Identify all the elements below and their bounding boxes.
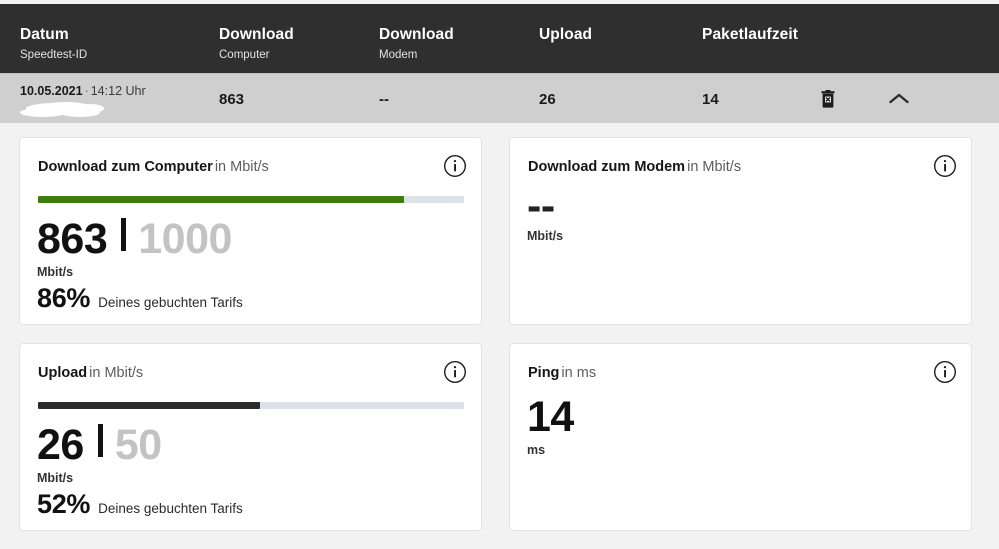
- percent-value: 52%: [37, 489, 91, 519]
- column-header-paketlaufzeit: Paketlaufzeit: [702, 25, 798, 44]
- column-header-subtitle: Speedtest-ID: [20, 49, 88, 61]
- value-line: 863 1000: [37, 216, 232, 262]
- card-title: Ping in ms: [528, 363, 596, 383]
- card-download-computer: Download zum Computer in Mbit/s 863 1000 …: [19, 137, 482, 325]
- row-download-computer-cell: 863: [219, 74, 244, 124]
- info-button-download-modem[interactable]: [933, 154, 957, 178]
- percent-label: Deines gebuchten Tarifs: [98, 501, 243, 516]
- card-title: Upload in Mbit/s: [38, 363, 143, 383]
- info-icon: [933, 360, 957, 384]
- column-header-title: Upload: [539, 26, 593, 43]
- row-download-modem-value: --: [379, 90, 389, 108]
- value-block-upload: 26 50 Mbit/s: [37, 422, 162, 486]
- row-download-modem-cell: --: [379, 74, 389, 124]
- card-title-strong: Ping: [528, 365, 560, 381]
- measured-value: 14: [527, 393, 574, 441]
- table-row[interactable]: 10.05.2021 · 14:12 Uhr 863 -- 26 14: [0, 73, 999, 123]
- card-title-unit: in ms: [561, 365, 597, 381]
- row-date-separator: ·: [84, 84, 89, 98]
- value-block-download-computer: 863 1000 Mbit/s: [37, 216, 232, 280]
- value-separator-bar: [97, 424, 103, 457]
- row-time: 14:12 Uhr: [90, 84, 146, 98]
- progress-fill-download-computer: [38, 196, 405, 203]
- info-button-download-computer[interactable]: [443, 154, 467, 178]
- results-table-header: Datum Speedtest-ID Download Computer Dow…: [0, 4, 999, 73]
- info-button-ping[interactable]: [933, 360, 957, 384]
- value-line: 14: [527, 394, 574, 440]
- tariff-max-value: 50: [114, 421, 162, 469]
- tariff-max-value: 1000: [138, 215, 232, 263]
- column-header-title: Download: [379, 26, 454, 43]
- card-title-strong: Download zum Computer: [38, 159, 213, 175]
- chevron-up-icon: [889, 93, 909, 104]
- info-icon: [933, 154, 957, 178]
- value-unit: Mbit/s: [527, 229, 564, 243]
- value-block-download-modem: -- Mbit/s: [527, 182, 564, 244]
- card-ping: Ping in ms 14 ms: [509, 343, 972, 531]
- card-title-unit: in Mbit/s: [89, 365, 144, 381]
- card-upload: Upload in Mbit/s 26 50 Mbit/s 52% Deines…: [19, 343, 482, 531]
- column-header-title: Download: [219, 26, 294, 43]
- row-datum-cell: 10.05.2021 · 14:12 Uhr: [20, 83, 210, 118]
- delete-row-button[interactable]: [808, 74, 848, 124]
- trash-icon: [821, 90, 835, 108]
- info-icon: [443, 360, 467, 384]
- row-download-computer-value: 863: [219, 90, 245, 108]
- column-header-title: Paketlaufzeit: [702, 26, 799, 43]
- card-title: Download zum Modem in Mbit/s: [528, 157, 741, 177]
- percent-value: 86%: [37, 283, 91, 313]
- card-title-strong: Upload: [38, 365, 88, 381]
- value-separator-bar: [121, 218, 127, 251]
- percent-label: Deines gebuchten Tarifs: [98, 295, 243, 310]
- row-date: 10.05.2021: [20, 84, 83, 98]
- card-title-unit: in Mbit/s: [687, 159, 742, 175]
- row-upload-cell: 26: [539, 74, 556, 124]
- collapse-row-button[interactable]: [878, 74, 920, 124]
- progress-track-upload: [38, 402, 464, 409]
- row-upload-value: 26: [539, 90, 556, 108]
- column-header-download-modem: Download Modem: [379, 25, 454, 63]
- speedtest-results-page: Datum Speedtest-ID Download Computer Dow…: [0, 0, 999, 549]
- column-header-upload: Upload: [539, 25, 592, 44]
- row-ping-value: 14: [702, 90, 719, 108]
- progress-fill-upload: [38, 402, 260, 409]
- redaction-blob: [78, 104, 104, 113]
- value-unit: Mbit/s: [37, 471, 74, 485]
- column-header-download-computer: Download Computer: [219, 25, 294, 63]
- row-speedtest-id-redacted: [20, 102, 106, 118]
- card-title-strong: Download zum Modem: [528, 159, 686, 175]
- card-title-unit: in Mbit/s: [214, 159, 269, 175]
- progress-track-download-computer: [38, 196, 464, 203]
- card-title: Download zum Computer in Mbit/s: [38, 157, 269, 177]
- value-unit: Mbit/s: [37, 265, 74, 279]
- info-button-upload[interactable]: [443, 360, 467, 384]
- measured-value: 26: [37, 421, 84, 469]
- info-icon: [443, 154, 467, 178]
- value-block-ping: 14 ms: [527, 394, 574, 458]
- value-unit: ms: [527, 443, 546, 457]
- percent-row-download-computer: 86% Deines gebuchten Tarifs: [37, 283, 243, 313]
- measured-value: --: [527, 182, 555, 230]
- column-header-subtitle: Modem: [379, 49, 418, 61]
- column-header-subtitle: Computer: [219, 49, 270, 61]
- row-datetime: 10.05.2021 · 14:12 Uhr: [20, 83, 210, 99]
- row-paketlaufzeit-cell: 14: [702, 74, 719, 124]
- measured-value: 863: [37, 215, 108, 263]
- column-header-title: Datum: [20, 26, 69, 43]
- card-download-modem: Download zum Modem in Mbit/s -- Mbit/s: [509, 137, 972, 325]
- value-line: 26 50: [37, 422, 162, 468]
- column-header-datum: Datum Speedtest-ID: [20, 25, 87, 63]
- percent-row-upload: 52% Deines gebuchten Tarifs: [37, 489, 243, 519]
